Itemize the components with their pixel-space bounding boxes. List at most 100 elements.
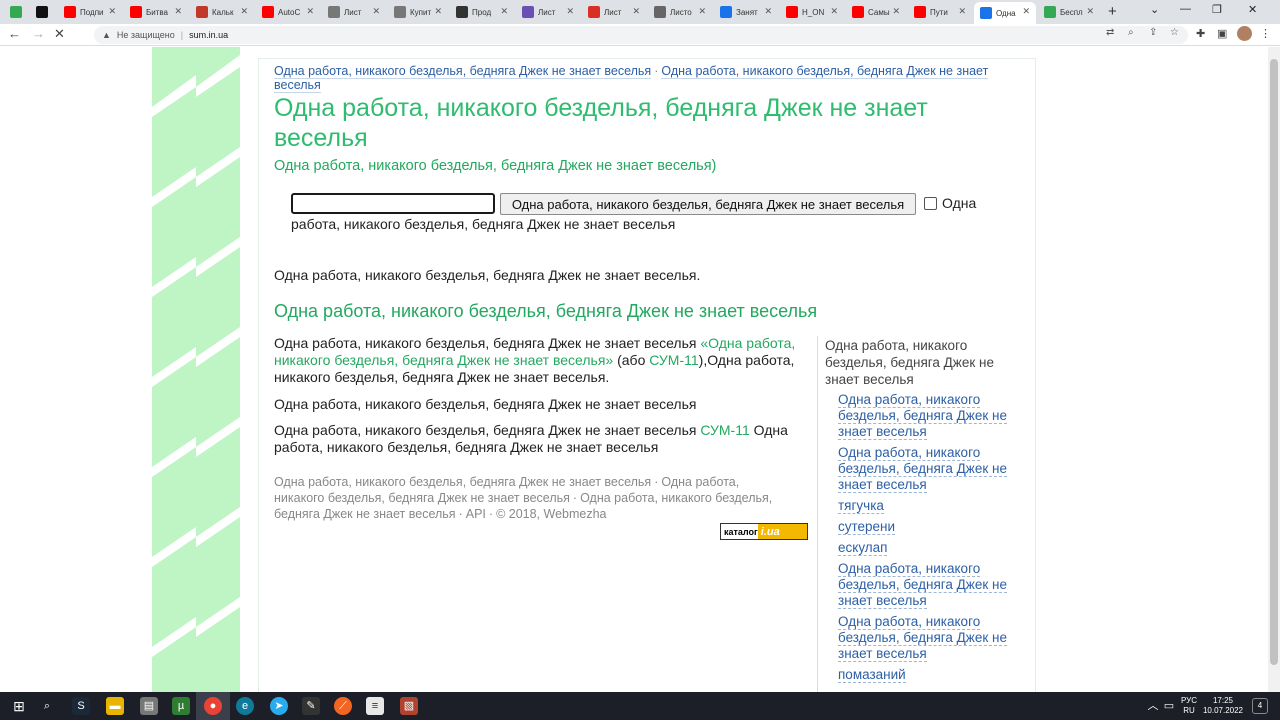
maximize-icon[interactable]: ❐ xyxy=(1212,3,1222,16)
steam-icon[interactable]: S xyxy=(72,697,90,715)
chrome-icon[interactable]: ● xyxy=(204,697,222,715)
tab-4[interactable]: Кальк ✕ xyxy=(190,2,254,22)
tab-close-icon[interactable]: ✕ xyxy=(892,6,900,17)
sidebar-link-5[interactable]: ескулап xyxy=(838,540,888,556)
sidebar-link-3[interactable]: тягучка xyxy=(838,498,884,514)
sidebar-link-1[interactable]: Одна работа, никакого безделья, бедняга … xyxy=(838,392,1007,440)
forward-icon[interactable]: → xyxy=(32,26,45,41)
search-icon[interactable]: ⌕ xyxy=(38,697,56,715)
search-checkbox[interactable] xyxy=(924,197,937,210)
search-button[interactable]: Одна работа, никакого безделья, бедняга … xyxy=(500,193,916,215)
image-app-icon[interactable]: ▧ xyxy=(400,697,418,715)
tab-15[interactable]: Пути ✕ xyxy=(908,2,972,22)
language-indicator[interactable]: РУС RU xyxy=(1180,696,1198,716)
tool-icon[interactable]: ✎ xyxy=(302,697,320,715)
paragraph-1-text-b: (або xyxy=(613,352,650,368)
minimize-icon[interactable]: — xyxy=(1180,3,1191,15)
tab-8[interactable]: Прод ✕ xyxy=(450,2,514,22)
tab-close-icon[interactable]: ✕ xyxy=(632,6,640,17)
tab-close-icon[interactable]: ✕ xyxy=(174,6,182,17)
network-icon[interactable]: ▭ xyxy=(1160,697,1178,715)
sum-11-link-2[interactable]: СУМ-11 xyxy=(700,422,749,438)
tab-close-icon[interactable]: ✕ xyxy=(1086,6,1094,17)
tab-10[interactable]: Лист ✕ xyxy=(582,2,646,22)
url-text[interactable]: sum.in.ua xyxy=(189,30,228,40)
tab-12[interactable]: Занят ✕ xyxy=(714,2,778,22)
api-link[interactable]: API xyxy=(466,507,486,521)
avatar[interactable] xyxy=(1237,26,1252,41)
warning-icon[interactable]: ▲ xyxy=(102,30,111,40)
address-bar[interactable]: ▲ Не защищено | sum.in.ua xyxy=(94,26,1188,44)
scrollbar-thumb[interactable] xyxy=(1270,59,1278,665)
clock[interactable]: 17:25 10.07.2022 xyxy=(1200,696,1246,716)
footer-link-1[interactable]: Одна работа, никакого безделья, бедняга … xyxy=(274,475,651,489)
sum-11-link[interactable]: СУМ-11 xyxy=(649,352,698,368)
tab-9[interactable]: Лист ✕ xyxy=(516,2,580,22)
sidebar-link-2[interactable]: Одна работа, никакого безделья, бедняга … xyxy=(838,445,1007,493)
tab-close-icon[interactable]: ✕ xyxy=(566,6,574,17)
checkbox-label[interactable]: Одна xyxy=(942,195,976,211)
close-window-icon[interactable]: ✕ xyxy=(1248,3,1257,16)
menu-icon[interactable]: ⋮ xyxy=(1260,27,1271,40)
notifications-icon[interactable]: 4 xyxy=(1252,698,1268,714)
stop-icon[interactable]: ✕ xyxy=(54,26,65,42)
tab-3[interactable]: Битва ✕ xyxy=(124,2,188,22)
tab-1[interactable] xyxy=(30,2,56,22)
tab-close-icon[interactable]: ✕ xyxy=(1022,6,1030,17)
scrollbar[interactable] xyxy=(1268,47,1280,692)
tab-close-icon[interactable]: ✕ xyxy=(434,6,442,17)
tab-close-icon[interactable]: ✕ xyxy=(958,6,966,17)
star-icon[interactable]: ☆ xyxy=(1170,27,1179,38)
zoom-icon[interactable]: ⌕ xyxy=(1128,27,1134,38)
breadcrumb-link-1[interactable]: Одна работа, никакого безделья, бедняга … xyxy=(274,64,652,79)
windows-start-icon[interactable]: ⊞ xyxy=(10,697,28,715)
tab-close-icon[interactable]: ✕ xyxy=(698,6,706,17)
telegram-icon[interactable]: ➤ xyxy=(270,697,288,715)
sidebar-item: помазаний xyxy=(838,667,1018,683)
checkbox-label-continued[interactable]: работа, никакого безделья, бедняга Джек … xyxy=(291,216,675,232)
sidebar-list: Одна работа, никакого безделья, бедняга … xyxy=(838,392,1018,688)
share-icon[interactable]: ⇪ xyxy=(1149,27,1157,38)
sidebar-link-4[interactable]: сутерени xyxy=(838,519,896,535)
new-tab-icon[interactable]: + xyxy=(1108,3,1117,20)
sidepanel-icon[interactable]: ▣ xyxy=(1217,27,1227,40)
notification-count: 4 xyxy=(1257,701,1263,710)
tab-2[interactable]: Подпи ✕ xyxy=(58,2,122,22)
tab-0[interactable] xyxy=(4,2,28,22)
tab-close-icon[interactable]: ✕ xyxy=(108,6,116,17)
sidebar-divider xyxy=(817,336,818,692)
tab-close-icon[interactable]: ✕ xyxy=(372,6,380,17)
sidebar-link-8[interactable]: помазаний xyxy=(838,667,906,683)
extensions-icon[interactable]: ✚ xyxy=(1196,27,1205,40)
catalog-badge[interactable]: каталог i.ua xyxy=(720,523,808,540)
tab-close-icon[interactable]: ✕ xyxy=(764,6,772,17)
tab-7[interactable]: Купит ✕ xyxy=(388,2,448,22)
tab-14[interactable]: Самы ✕ xyxy=(846,2,906,22)
tab-label: Занят xyxy=(736,7,758,17)
paragraph-1: Одна работа, никакого безделья, бедняга … xyxy=(274,335,804,386)
tab-11[interactable]: Листо ✕ xyxy=(648,2,712,22)
tab-close-icon[interactable]: ✕ xyxy=(306,6,314,17)
translate-icon[interactable]: ⇄ xyxy=(1106,27,1114,38)
notepad-icon[interactable]: ≡ xyxy=(366,697,384,715)
tab-close-icon[interactable]: ✕ xyxy=(500,6,508,17)
app-icon[interactable]: ▤ xyxy=(140,697,158,715)
folder-icon[interactable]: ▬ xyxy=(106,697,124,715)
app-orange-icon[interactable]: ⟋ xyxy=(334,697,352,715)
tab-close-icon[interactable]: ✕ xyxy=(240,6,248,17)
tab-16[interactable]: Одна ✕ xyxy=(974,2,1036,24)
sidebar-link-6[interactable]: Одна работа, никакого безделья, бедняга … xyxy=(838,561,1007,609)
tab-5[interactable]: AutoC ✕ xyxy=(256,2,320,22)
tab-close-icon[interactable]: ✕ xyxy=(830,6,838,17)
tab-label: Лист xyxy=(538,7,556,17)
back-icon[interactable]: ← xyxy=(8,26,21,41)
tab-6[interactable]: Лист ✕ xyxy=(322,2,386,22)
not-secure-label[interactable]: Не защищено xyxy=(117,30,175,40)
chevron-down-icon[interactable]: ⌄ xyxy=(1150,3,1159,16)
tab-17[interactable]: Беспл ✕ xyxy=(1038,2,1100,22)
tab-13[interactable]: H_ON ✕ xyxy=(780,2,844,22)
sidebar-link-7[interactable]: Одна работа, никакого безделья, бедняга … xyxy=(838,614,1007,662)
edge-icon[interactable]: e xyxy=(236,697,254,715)
search-input[interactable] xyxy=(291,193,495,214)
utorrent-icon[interactable]: µ xyxy=(172,697,190,715)
